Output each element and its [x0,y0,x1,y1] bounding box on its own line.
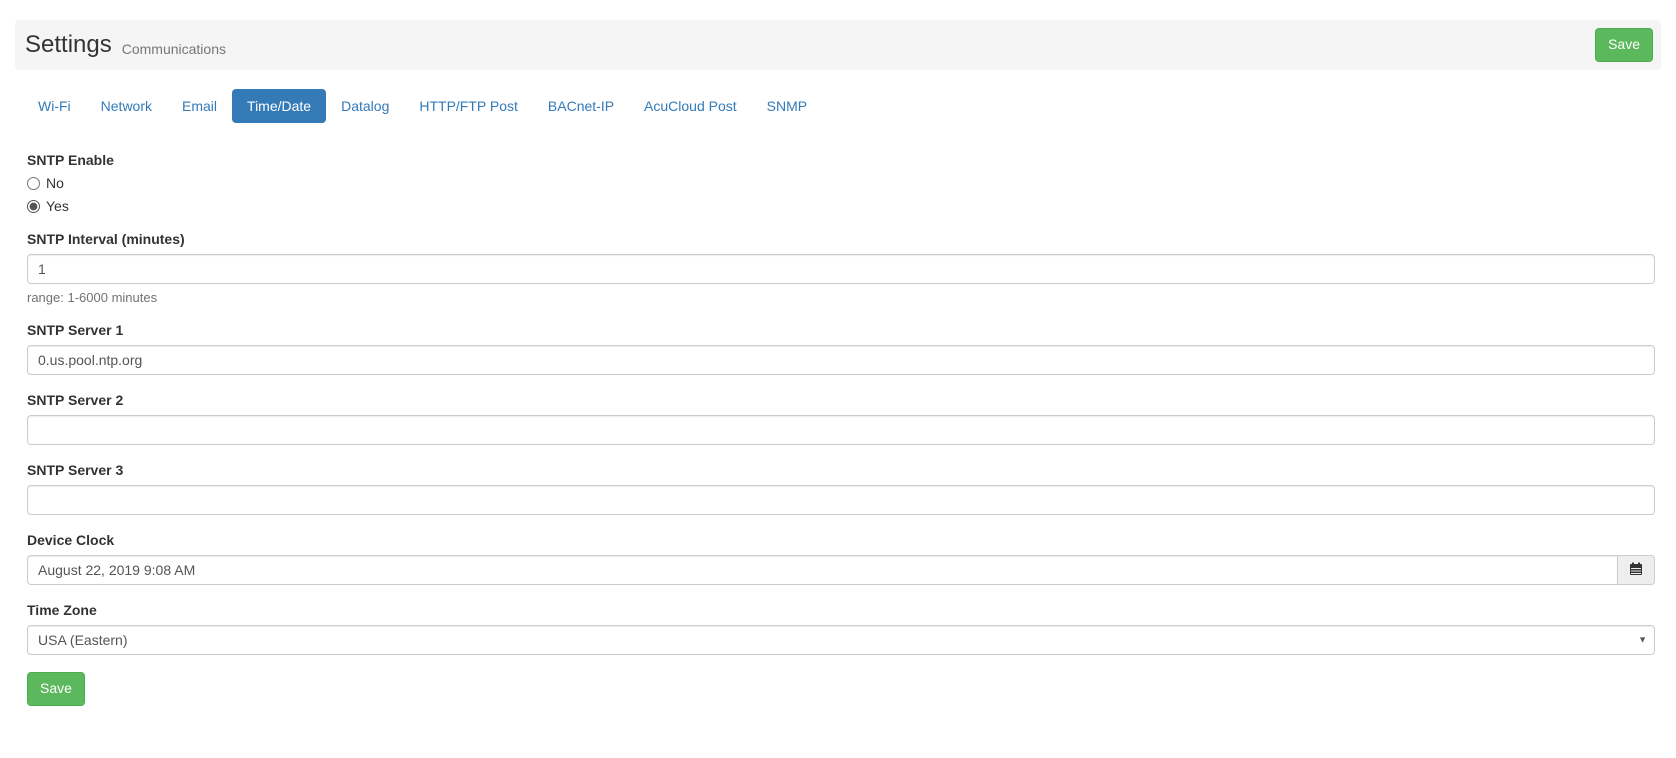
sntp-enable-option-no: No [27,175,1655,191]
device-clock-label: Device Clock [27,532,1655,548]
tab-wifi[interactable]: Wi-Fi [23,89,86,123]
sntp-server1-group: SNTP Server 1 [27,322,1655,375]
sntp-interval-group: SNTP Interval (minutes) range: 1-6000 mi… [27,231,1655,305]
sntp-interval-label: SNTP Interval (minutes) [27,231,1655,247]
settings-tab-bar: Wi-Fi Network Email Time/Date Datalog HT… [23,89,1676,123]
sntp-server2-input[interactable] [27,415,1655,445]
tab-datalog[interactable]: Datalog [326,89,404,123]
sntp-enable-no-label[interactable]: No [46,175,64,191]
sntp-interval-input[interactable] [27,254,1655,284]
page-header: Settings Communications Save [15,20,1661,70]
device-clock-input[interactable] [27,555,1618,585]
tab-email[interactable]: Email [167,89,232,123]
time-zone-group: Time Zone USA (Eastern) ▼ [27,602,1655,655]
time-date-form: SNTP Enable No Yes SNTP Interval (minute… [27,152,1655,706]
page-title: Settings [25,31,112,59]
sntp-server3-label: SNTP Server 3 [27,462,1655,478]
time-zone-label: Time Zone [27,602,1655,618]
sntp-server2-label: SNTP Server 2 [27,392,1655,408]
sntp-server1-label: SNTP Server 1 [27,322,1655,338]
save-button-top[interactable]: Save [1595,28,1653,62]
device-clock-group: Device Clock [27,532,1655,585]
tab-network[interactable]: Network [86,89,167,123]
device-clock-calendar-button[interactable] [1618,555,1655,585]
sntp-server3-input[interactable] [27,485,1655,515]
tab-http-ftp-post[interactable]: HTTP/FTP Post [404,89,533,123]
sntp-enable-group: SNTP Enable No Yes [27,152,1655,214]
sntp-interval-help: range: 1-6000 minutes [27,290,1655,305]
time-zone-select-wrap: USA (Eastern) ▼ [27,625,1655,655]
sntp-enable-option-yes: Yes [27,198,1655,214]
sntp-enable-yes-label[interactable]: Yes [46,198,69,214]
page-subtitle: Communications [122,33,226,57]
tab-snmp[interactable]: SNMP [752,89,822,123]
tab-time-date[interactable]: Time/Date [232,89,326,123]
calendar-icon [1629,562,1643,579]
device-clock-input-group [27,555,1655,585]
tab-bacnet-ip[interactable]: BACnet-IP [533,89,629,123]
sntp-enable-no-radio[interactable] [27,177,40,190]
sntp-enable-yes-radio[interactable] [27,200,40,213]
tab-acucloud-post[interactable]: AcuCloud Post [629,89,752,123]
sntp-server2-group: SNTP Server 2 [27,392,1655,445]
sntp-enable-label: SNTP Enable [27,152,1655,168]
save-button-bottom[interactable]: Save [27,672,85,706]
time-zone-select[interactable]: USA (Eastern) [27,625,1655,655]
sntp-server1-input[interactable] [27,345,1655,375]
sntp-server3-group: SNTP Server 3 [27,462,1655,515]
